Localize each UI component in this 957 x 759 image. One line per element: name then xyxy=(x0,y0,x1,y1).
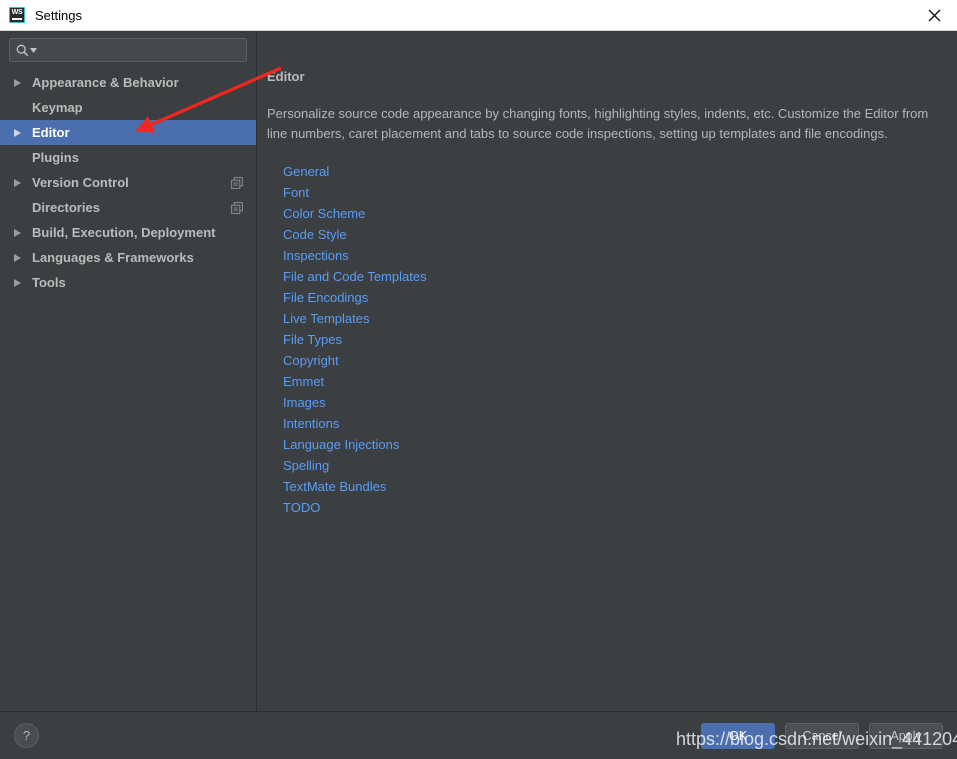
dialog-footer: ? OK Cancel Apply xyxy=(0,711,957,759)
sidebar-item-label: Plugins xyxy=(32,150,79,165)
settings-link-spelling[interactable]: Spelling xyxy=(283,455,329,476)
sidebar-item-keymap[interactable]: Keymap xyxy=(0,95,256,120)
sidebar-item-label: Editor xyxy=(32,125,70,140)
footer-button-group: OK Cancel Apply xyxy=(701,722,943,749)
sidebar-item-build-execution-deployment[interactable]: Build, Execution, Deployment xyxy=(0,220,256,245)
sidebar-item-label: Tools xyxy=(32,275,66,290)
settings-link-code-style[interactable]: Code Style xyxy=(283,224,347,245)
settings-link-intentions[interactable]: Intentions xyxy=(283,413,339,434)
settings-sidebar: Appearance & Behavior Keymap Editor Plugins… xyxy=(0,31,257,711)
sub-settings-link-list: General Font Color Scheme Code Style Inspect… xyxy=(267,161,935,518)
cancel-button[interactable]: Cancel xyxy=(785,722,859,749)
ok-button[interactable]: OK xyxy=(701,722,775,749)
sidebar-item-version-control[interactable]: Version Control xyxy=(0,170,256,195)
apply-button[interactable]: Apply xyxy=(869,722,943,749)
page-title: Editor xyxy=(267,69,305,84)
sidebar-item-label: Appearance & Behavior xyxy=(32,75,179,90)
close-icon xyxy=(928,9,940,21)
sidebar-item-label: Directories xyxy=(32,200,100,215)
webstorm-icon: WS xyxy=(9,7,25,23)
settings-link-emmet[interactable]: Emmet xyxy=(283,371,324,392)
search-container xyxy=(0,31,256,68)
settings-link-inspections[interactable]: Inspections xyxy=(283,245,349,266)
search-box[interactable] xyxy=(9,38,247,62)
settings-link-file-types[interactable]: File Types xyxy=(283,329,342,350)
sidebar-item-label: Build, Execution, Deployment xyxy=(32,225,216,240)
sidebar-item-appearance-behavior[interactable]: Appearance & Behavior xyxy=(0,70,256,95)
title-bar: WS Settings xyxy=(0,0,957,31)
settings-tree: Appearance & Behavior Keymap Editor Plugins… xyxy=(0,68,256,711)
dialog-body: Appearance & Behavior Keymap Editor Plugins… xyxy=(0,31,957,711)
chevron-right-icon[interactable] xyxy=(14,178,27,187)
webstorm-icon-underline xyxy=(12,18,22,20)
settings-link-images[interactable]: Images xyxy=(283,392,326,413)
sidebar-item-label: Keymap xyxy=(32,100,83,115)
settings-link-language-injections[interactable]: Language Injections xyxy=(283,434,399,455)
sidebar-item-tools[interactable]: Tools xyxy=(0,270,256,295)
chevron-right-icon[interactable] xyxy=(14,278,27,287)
sidebar-item-editor[interactable]: Editor xyxy=(0,120,256,145)
chevron-right-icon[interactable] xyxy=(14,128,27,137)
search-dropdown-icon[interactable] xyxy=(30,47,37,53)
settings-link-file-encodings[interactable]: File Encodings xyxy=(283,287,368,308)
window-title: Settings xyxy=(35,7,82,23)
settings-dialog: WS Settings Appearance & Behavior Keymap… xyxy=(0,0,957,759)
search-icon xyxy=(16,44,29,57)
close-button[interactable] xyxy=(911,0,957,30)
settings-content-panel: Editor Personalize source code appearanc… xyxy=(257,31,957,711)
webstorm-icon-text: WS xyxy=(11,9,23,16)
chevron-right-icon[interactable] xyxy=(14,78,27,87)
sidebar-item-plugins[interactable]: Plugins xyxy=(0,145,256,170)
chevron-right-icon[interactable] xyxy=(14,253,27,262)
sidebar-item-label: Languages & Frameworks xyxy=(32,250,194,265)
settings-link-file-and-code-templates[interactable]: File and Code Templates xyxy=(283,266,427,287)
page-description: Personalize source code appearance by ch… xyxy=(267,106,929,141)
settings-link-todo[interactable]: TODO xyxy=(283,497,320,518)
sidebar-item-languages-frameworks[interactable]: Languages & Frameworks xyxy=(0,245,256,270)
settings-link-font[interactable]: Font xyxy=(283,182,309,203)
sidebar-item-directories[interactable]: Directories xyxy=(0,195,256,220)
settings-link-general[interactable]: General xyxy=(283,161,329,182)
settings-link-live-templates[interactable]: Live Templates xyxy=(283,308,369,329)
project-settings-icon xyxy=(231,176,243,189)
settings-link-copyright[interactable]: Copyright xyxy=(283,350,339,371)
chevron-right-icon[interactable] xyxy=(14,228,27,237)
settings-link-textmate-bundles[interactable]: TextMate Bundles xyxy=(283,476,386,497)
project-settings-icon xyxy=(231,201,243,214)
sidebar-item-label: Version Control xyxy=(32,175,129,190)
help-button[interactable]: ? xyxy=(14,723,39,748)
settings-link-color-scheme[interactable]: Color Scheme xyxy=(283,203,365,224)
search-input[interactable] xyxy=(42,43,240,57)
